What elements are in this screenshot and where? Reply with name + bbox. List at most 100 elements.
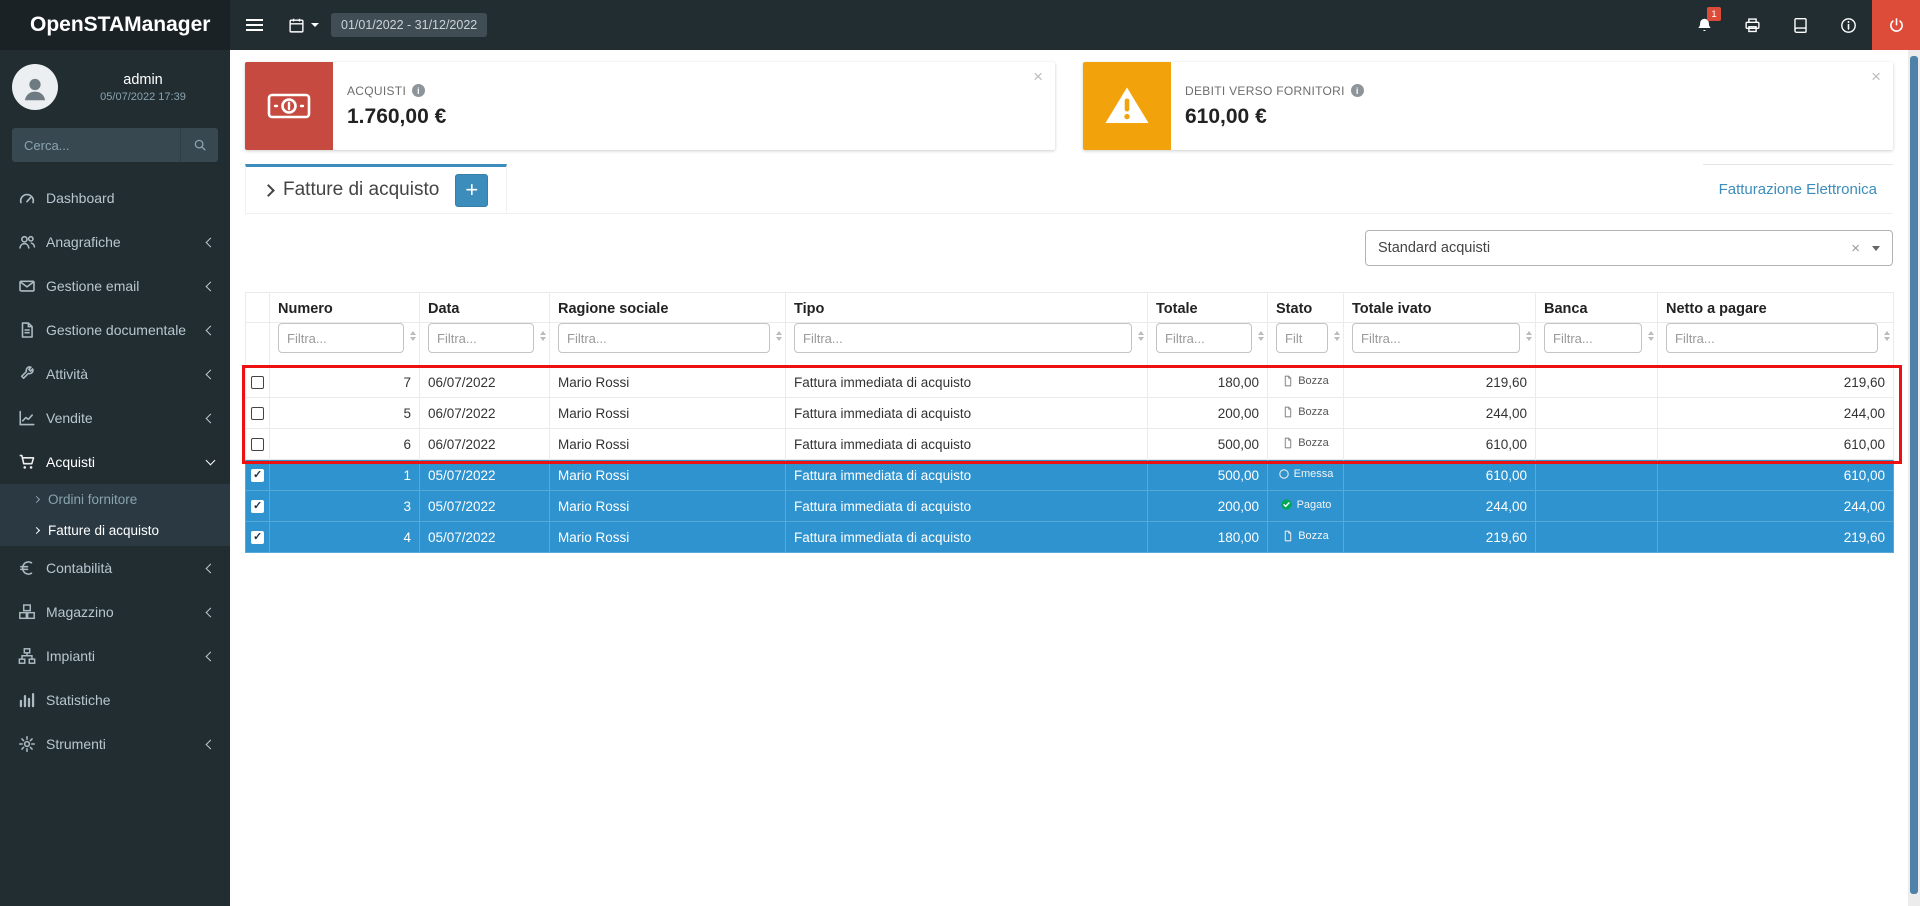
info-button[interactable] [1824, 0, 1872, 50]
chevron-left-icon [206, 369, 216, 379]
col-header-banca[interactable]: Banca [1536, 293, 1658, 323]
close-icon[interactable]: × [1871, 68, 1881, 85]
sort-icon[interactable] [1884, 331, 1890, 341]
filter-input-data[interactable] [428, 323, 534, 353]
sidebar-item-magazzino[interactable]: Magazzino [0, 590, 230, 634]
date-range-badge[interactable]: 01/01/2022 - 31/12/2022 [331, 13, 487, 37]
calendar-dropdown[interactable] [278, 0, 329, 50]
sidebar-toggle-button[interactable] [230, 0, 278, 50]
sidebar-item-acquisti[interactable]: Acquisti [0, 440, 230, 484]
col-header-totale[interactable]: Totale [1148, 293, 1268, 323]
docs-button[interactable] [1776, 0, 1824, 50]
col-header-totale-ivato[interactable]: Totale ivato [1344, 293, 1536, 323]
filter-input-ragione-sociale[interactable] [558, 323, 770, 353]
chevron-left-icon [206, 413, 216, 423]
logout-button[interactable] [1872, 0, 1920, 50]
help-icon[interactable] [412, 84, 425, 97]
chevron-left-icon [206, 651, 216, 661]
sidebar-item-strumenti[interactable]: Strumenti [0, 722, 230, 766]
gauge-icon [18, 189, 36, 207]
add-invoice-button[interactable]: + [455, 174, 488, 207]
cell-banca [1536, 460, 1658, 491]
table-row-selected[interactable]: 4 05/07/2022 Mario Rossi Fattura immedia… [246, 522, 1894, 553]
col-header-numero[interactable]: Numero [270, 293, 420, 323]
print-button[interactable] [1728, 0, 1776, 50]
scrollbar[interactable] [1908, 50, 1920, 906]
sidebar-item-gestione-email[interactable]: Gestione email [0, 264, 230, 308]
gear-icon [18, 735, 36, 753]
sidebar-item-contabilita[interactable]: Contabilità [0, 546, 230, 590]
sidebar-item-vendite[interactable]: Vendite [0, 396, 230, 440]
row-checkbox[interactable] [251, 438, 264, 451]
col-header-tipo[interactable]: Tipo [786, 293, 1148, 323]
filter-input-totale[interactable] [1156, 323, 1252, 353]
clear-icon[interactable]: × [1851, 240, 1860, 257]
search-input[interactable] [12, 128, 180, 162]
filter-input-stato[interactable] [1276, 323, 1328, 353]
table-row-selected[interactable]: 1 05/07/2022 Mario Rossi Fattura immedia… [246, 460, 1894, 491]
filter-input-netto-a-pagare[interactable] [1666, 323, 1878, 353]
status-badge: Bozza [1282, 437, 1329, 449]
chevron-left-icon [206, 281, 216, 291]
row-checkbox-checked[interactable] [251, 469, 264, 482]
search-icon [193, 138, 207, 152]
row-checkbox[interactable] [251, 376, 264, 389]
info-card-acquisti: ACQUISTI 1.760,00 € × [245, 62, 1055, 150]
euro-icon [18, 559, 36, 577]
table-row[interactable]: 7 06/07/2022 Mario Rossi Fattura immedia… [246, 367, 1894, 398]
sidebar-item-impianti[interactable]: Impianti [0, 634, 230, 678]
book-icon [1792, 17, 1809, 34]
avatar[interactable] [12, 64, 58, 110]
search-button[interactable] [180, 128, 218, 162]
module-filter-select[interactable]: Standard acquisti × [1365, 230, 1893, 266]
person-icon [20, 74, 50, 104]
col-header-ragione-sociale[interactable]: Ragione sociale [550, 293, 786, 323]
cell-tipo: Fattura immediata di acquisto [786, 367, 1148, 398]
sort-icon[interactable] [540, 331, 546, 341]
filter-input-banca[interactable] [1544, 323, 1642, 353]
sidebar-item-attivita[interactable]: Attività [0, 352, 230, 396]
filter-input-totale-ivato[interactable] [1352, 323, 1520, 353]
sort-icon[interactable] [1138, 331, 1144, 341]
filter-input-numero[interactable] [278, 323, 404, 353]
col-header-netto-a-pagare[interactable]: Netto a pagare [1658, 293, 1894, 323]
cell-netto-a-pagare: 244,00 [1658, 398, 1894, 429]
row-checkbox-checked[interactable] [251, 531, 264, 544]
sidebar-item-statistiche[interactable]: Statistiche [0, 678, 230, 722]
row-checkbox[interactable] [251, 407, 264, 420]
cell-netto-a-pagare: 610,00 [1658, 429, 1894, 460]
sidebar-item-anagrafiche[interactable]: Anagrafiche [0, 220, 230, 264]
close-icon[interactable]: × [1033, 68, 1043, 85]
chevron-left-icon [206, 325, 216, 335]
notifications-button[interactable]: 1 [1680, 0, 1728, 50]
col-header-data[interactable]: Data [420, 293, 550, 323]
sidebar-subitem-ordini-fornitore[interactable]: Ordini fornitore [0, 484, 230, 515]
table-row[interactable]: 5 06/07/2022 Mario Rossi Fattura immedia… [246, 398, 1894, 429]
sidebar-subitem-fatture-di-acquisto[interactable]: Fatture di acquisto [0, 515, 230, 546]
col-header-stato[interactable]: Stato [1268, 293, 1344, 323]
sidebar-item-dashboard[interactable]: Dashboard [0, 176, 230, 220]
filter-input-tipo[interactable] [794, 323, 1132, 353]
cell-netto-a-pagare: 244,00 [1658, 491, 1894, 522]
sort-icon[interactable] [410, 331, 416, 341]
sort-icon[interactable] [1258, 331, 1264, 341]
cell-totale: 500,00 [1148, 429, 1268, 460]
sidebar-item-gestione-documentale[interactable]: Gestione documentale [0, 308, 230, 352]
scrollbar-thumb[interactable] [1910, 56, 1918, 894]
sort-icon[interactable] [776, 331, 782, 341]
table-row-selected[interactable]: 3 05/07/2022 Mario Rossi Fattura immedia… [246, 491, 1894, 522]
cell-data: 06/07/2022 [420, 367, 550, 398]
module-box: Fatture di acquisto + Fatturazione Elett… [245, 164, 1893, 553]
sort-icon[interactable] [1648, 331, 1654, 341]
tab-fatture-di-acquisto[interactable]: Fatture di acquisto + [245, 164, 507, 213]
card-value: 610,00 € [1185, 105, 1364, 129]
notification-badge: 1 [1707, 7, 1721, 21]
sort-icon[interactable] [1526, 331, 1532, 341]
tab-fatturazione-elettronica[interactable]: Fatturazione Elettronica [1703, 164, 1893, 213]
row-checkbox-checked[interactable] [251, 500, 264, 513]
help-icon[interactable] [1351, 84, 1364, 97]
table-row[interactable]: 6 06/07/2022 Mario Rossi Fattura immedia… [246, 429, 1894, 460]
app-logo[interactable]: OpenSTAManager [0, 0, 230, 50]
sort-icon[interactable] [1334, 331, 1340, 341]
cell-totale: 200,00 [1148, 491, 1268, 522]
